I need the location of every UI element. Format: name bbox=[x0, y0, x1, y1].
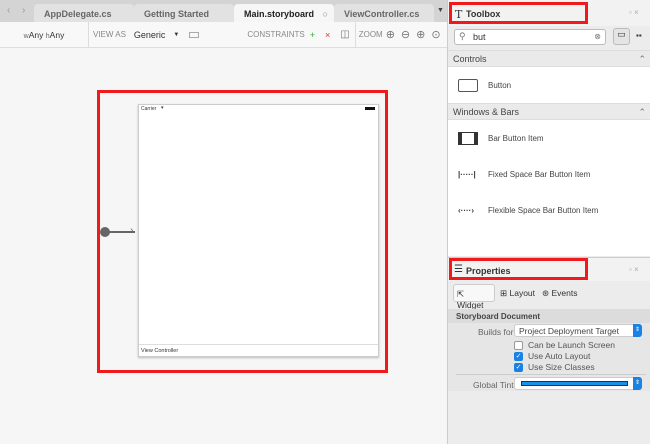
section-windows-bars[interactable]: Windows & Bars ⌃ bbox=[448, 103, 650, 120]
search-value: but bbox=[473, 32, 486, 42]
tab-label: Getting Started bbox=[144, 9, 210, 19]
checkbox[interactable]: ✓ bbox=[514, 351, 523, 361]
cursor-icon: ⇱ bbox=[457, 289, 465, 299]
builds-for-label: Builds for bbox=[478, 327, 514, 337]
zoom-actual-icon[interactable]: ⊙ bbox=[431, 28, 440, 41]
orientation-icon[interactable] bbox=[189, 31, 200, 38]
tab-viewcontroller[interactable]: ViewController.cs bbox=[334, 4, 434, 22]
designer-toolbar: wAny hAny VIEW AS Generic ▼ CONSTRAINTS … bbox=[0, 21, 447, 48]
list-view-button[interactable]: ▭ bbox=[613, 28, 630, 45]
section-title: Storyboard Document bbox=[456, 312, 541, 321]
search-icon: ⚲ bbox=[459, 31, 466, 41]
layout-icon: ⊞ bbox=[500, 288, 508, 298]
zoom-fit-icon[interactable]: ⊕ bbox=[386, 28, 395, 41]
tab-label: Events bbox=[551, 288, 578, 298]
checkbox-label: Can be Launch Screen bbox=[528, 340, 615, 350]
checkbox-label: Use Size Classes bbox=[528, 362, 595, 372]
view-as-label: VIEW AS bbox=[93, 30, 126, 39]
fixed-space-icon: |·····| bbox=[458, 169, 476, 179]
divider bbox=[456, 374, 646, 375]
item-label: Flexible Space Bar Button Item bbox=[488, 205, 599, 215]
tab-label: AppDelegate.cs bbox=[44, 9, 112, 19]
close-icon[interactable]: ○ bbox=[323, 9, 328, 19]
chevron-down-icon[interactable]: ▼ bbox=[173, 32, 179, 38]
w-value: Any bbox=[28, 29, 44, 40]
tab-layout[interactable]: ⊞ Layout bbox=[500, 288, 535, 299]
update-frames-icon[interactable]: ◫ bbox=[340, 29, 349, 40]
toolbox-item-fixed-space[interactable]: |·····| Fixed Space Bar Button Item bbox=[448, 156, 650, 192]
global-tint-select[interactable]: ⇕ bbox=[514, 377, 642, 390]
section-title: Controls bbox=[453, 54, 487, 64]
item-label: Button bbox=[488, 80, 512, 90]
item-label: Bar Button Item bbox=[488, 133, 544, 143]
constraints-label: CONSTRAINTS bbox=[247, 30, 305, 39]
select-value: Project Deployment Target bbox=[519, 326, 620, 336]
section-storyboard-document: Storyboard Document bbox=[448, 309, 650, 323]
checkbox[interactable]: ✓ bbox=[514, 362, 523, 372]
tab-label: ViewController.cs bbox=[344, 9, 420, 19]
grid-view-button[interactable]: ▪▪ bbox=[636, 31, 642, 40]
dock-icon[interactable]: ▫ × bbox=[629, 265, 639, 274]
zoom-in-icon[interactable]: ⊕ bbox=[416, 28, 425, 41]
builds-for-select[interactable]: Project Deployment Target ⇕ bbox=[514, 324, 642, 337]
collapse-icon[interactable]: ⌃ bbox=[638, 107, 646, 118]
tab-bar: ‹ › AppDelegate.cs Getting Started Main.… bbox=[0, 0, 447, 22]
tab-events[interactable]: ⊛ Events bbox=[542, 288, 578, 299]
dock-icon[interactable]: ▫ × bbox=[629, 8, 639, 17]
divider bbox=[354, 21, 356, 48]
events-icon: ⊛ bbox=[542, 288, 550, 298]
right-panel: T Toolbox ▫ × ⚲ but ⊗ ▭ ▪▪ Controls ⌃ But… bbox=[447, 0, 650, 444]
checkbox-launch-screen[interactable]: Can be Launch Screen bbox=[514, 340, 615, 350]
tab-label: Layout bbox=[509, 288, 536, 298]
toolbox-item-bar-button[interactable]: Bar Button Item bbox=[448, 120, 650, 156]
view-as-select[interactable]: Generic bbox=[134, 30, 166, 40]
highlight-toolbox bbox=[449, 2, 588, 24]
tint-swatch bbox=[521, 381, 628, 386]
tab-appdelegate[interactable]: AppDelegate.cs bbox=[34, 4, 134, 22]
global-tint-label: Global Tint bbox=[473, 380, 514, 390]
flexible-space-icon: ‹····› bbox=[458, 205, 474, 215]
section-title: Windows & Bars bbox=[453, 107, 520, 117]
checkbox-label: Use Auto Layout bbox=[528, 351, 591, 361]
size-class-button[interactable]: wAny hAny bbox=[0, 30, 88, 40]
button-icon bbox=[458, 78, 478, 92]
tab-widget[interactable]: ⇱ Widget bbox=[453, 284, 495, 310]
bar-button-icon bbox=[458, 131, 478, 145]
toolbox-item-button[interactable]: Button bbox=[448, 67, 650, 103]
checkbox-size-classes[interactable]: ✓ Use Size Classes bbox=[514, 362, 595, 372]
back-icon[interactable]: ‹ bbox=[7, 5, 10, 16]
tab-overflow-icon[interactable]: ▼ bbox=[437, 7, 444, 14]
stepper-icon: ⇕ bbox=[633, 377, 642, 390]
divider bbox=[88, 21, 89, 48]
zoom-out-icon[interactable]: ⊖ bbox=[401, 28, 410, 41]
checkbox[interactable] bbox=[514, 340, 523, 350]
toolbox-search-input[interactable]: ⚲ but ⊗ bbox=[454, 29, 606, 45]
section-controls[interactable]: Controls ⌃ bbox=[448, 50, 650, 67]
collapse-icon[interactable]: ⌃ bbox=[638, 54, 646, 65]
item-label: Fixed Space Bar Button Item bbox=[488, 169, 591, 179]
tab-getting-started[interactable]: Getting Started bbox=[134, 4, 234, 22]
tab-main-storyboard[interactable]: Main.storyboard ○ bbox=[234, 4, 334, 22]
highlight-properties bbox=[449, 258, 588, 280]
forward-icon[interactable]: › bbox=[22, 5, 25, 16]
checkbox-auto-layout[interactable]: ✓ Use Auto Layout bbox=[514, 351, 590, 361]
stepper-icon: ⇕ bbox=[633, 324, 642, 337]
clear-icon[interactable]: ⊗ bbox=[594, 32, 601, 41]
add-constraints-icon[interactable]: + bbox=[310, 30, 315, 40]
h-value: Any bbox=[49, 29, 65, 40]
remove-constraints-icon[interactable]: × bbox=[325, 30, 330, 40]
tab-label: Main.storyboard bbox=[244, 9, 315, 19]
zoom-label: ZOOM bbox=[358, 30, 383, 39]
toolbox-item-flexible-space[interactable]: ‹····› Flexible Space Bar Button Item bbox=[448, 192, 650, 228]
highlight-canvas bbox=[97, 90, 388, 373]
